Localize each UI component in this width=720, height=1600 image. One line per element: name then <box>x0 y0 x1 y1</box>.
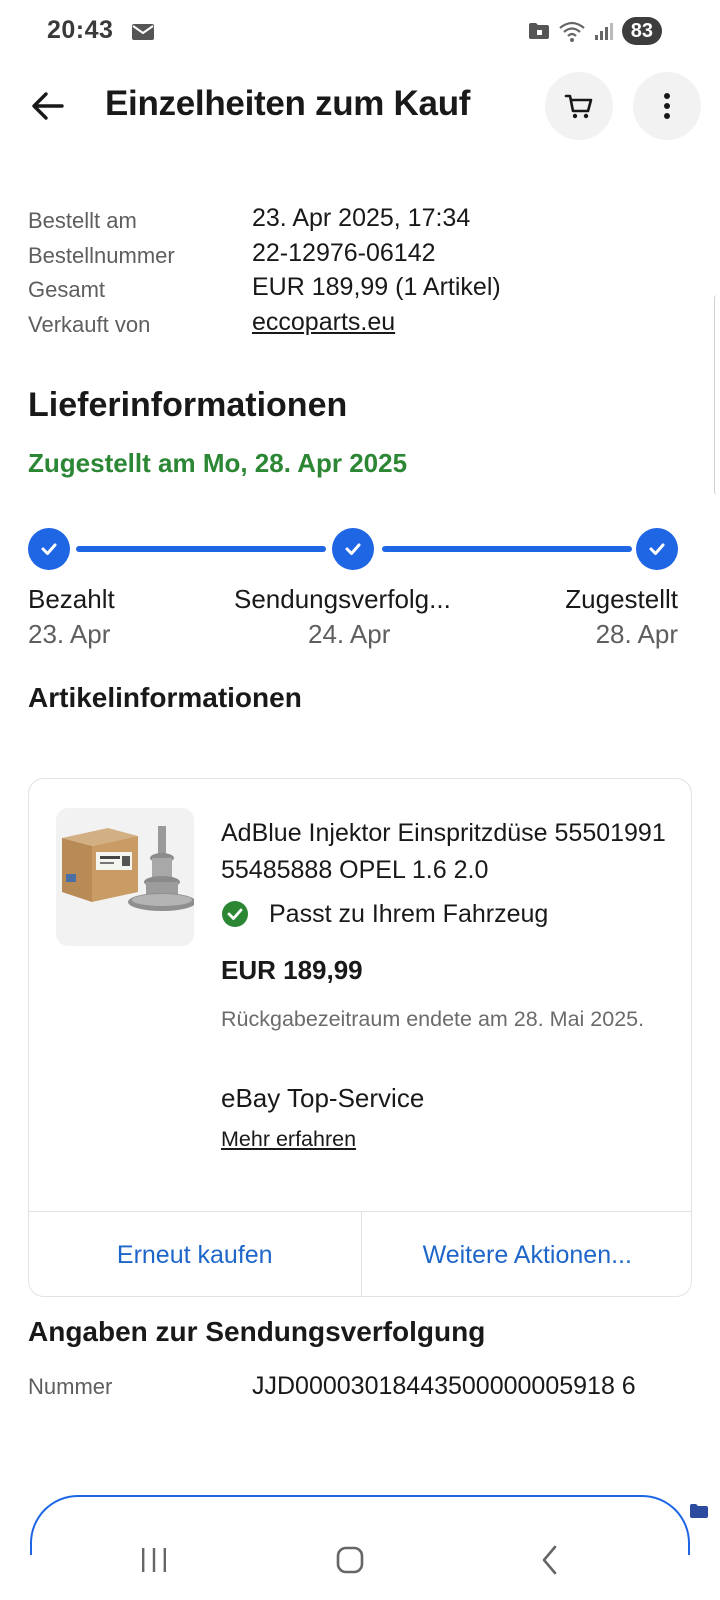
seller-row: Verkauft von eccoparts.eu <box>28 308 688 343</box>
more-actions-button[interactable]: Weitere Aktionen... <box>360 1212 692 1296</box>
fitment-text: Passt zu Ihrem Fahrzeug <box>269 899 549 928</box>
seller-link[interactable]: eccoparts.eu <box>252 308 395 337</box>
delivery-progress <box>28 528 692 572</box>
item-section-title: Artikelinformationen <box>28 682 302 713</box>
order-summary: Bestellt am 23. Apr 2025, 17:34 Bestelln… <box>28 204 688 342</box>
item-price: EUR 189,99 <box>221 955 363 985</box>
fitment-indicator: Passt zu Ihrem Fahrzeug <box>221 896 548 932</box>
signal-icon <box>594 23 613 40</box>
product-image-icon <box>62 826 194 911</box>
item-image[interactable] <box>56 808 194 946</box>
home-button[interactable] <box>320 1540 380 1580</box>
order-total-row: Gesamt EUR 189,99 (1 Artikel) <box>28 273 688 308</box>
order-date-label: Bestellt am <box>28 208 137 233</box>
step-check-tracking-icon <box>332 528 374 570</box>
step-tracking-label: Sendungsverfolg... <box>234 584 451 614</box>
step-tracking-date: 24. Apr <box>308 619 391 649</box>
check-circle-icon <box>222 901 248 927</box>
order-total-label: Gesamt <box>28 277 106 302</box>
folder-lock-icon <box>528 23 549 39</box>
top-service-label: eBay Top-Service <box>221 1083 425 1113</box>
return-info: Rückgabezeitraum endete am 28. Mai 2025. <box>221 1007 645 1031</box>
battery-indicator: 83 <box>621 17 662 45</box>
tracking-number-label: Nummer <box>28 1374 113 1399</box>
item-actions: Erneut kaufen Weitere Aktionen... <box>29 1211 692 1296</box>
buy-again-button[interactable]: Erneut kaufen <box>29 1212 361 1296</box>
step-check-paid-icon <box>28 528 70 570</box>
recents-button[interactable] <box>124 1540 184 1580</box>
order-number-value: 22-12976-06142 <box>252 238 436 267</box>
seller-label: Verkauft von <box>28 311 151 337</box>
item-title[interactable]: AdBlue Injektor Einspritzdüse 55501991 5… <box>221 815 671 889</box>
learn-more-link[interactable]: Mehr erfahren <box>221 1127 356 1152</box>
tracking-section-title: Angaben zur Sendungsverfolgung <box>28 1316 486 1347</box>
order-date-value: 23. Apr 2025, 17:34 <box>252 204 471 232</box>
status-bar: 20:43 83 <box>0 0 720 62</box>
more-options-button[interactable] <box>633 72 701 140</box>
app-header: Einzelheiten zum Kauf <box>0 66 720 146</box>
mail-icon <box>132 24 154 40</box>
tracking-number-value[interactable]: JJD00003018443500000005918 6 <box>252 1368 692 1404</box>
step-check-delivered-icon <box>636 528 678 570</box>
page-title: Einzelheiten zum Kauf <box>105 84 471 123</box>
order-total-value: EUR 189,99 (1 Artikel) <box>252 273 501 301</box>
delivery-status: Zugestellt am Mo, 28. Apr 2025 <box>28 448 408 478</box>
progress-line-1 <box>76 546 326 552</box>
delivery-section-title: Lieferinformationen <box>28 386 348 424</box>
system-nav-bar <box>0 1545 720 1600</box>
progress-line-2 <box>382 546 632 552</box>
arrow-left-icon <box>32 92 64 120</box>
status-time: 20:43 <box>47 16 114 44</box>
step-paid-label: Bezahlt <box>28 584 115 614</box>
cart-button[interactable] <box>545 72 613 140</box>
order-number-row: Bestellnummer 22-12976-06142 <box>28 239 688 274</box>
back-nav-button[interactable] <box>520 1540 580 1580</box>
order-date-row: Bestellt am 23. Apr 2025, 17:34 <box>28 204 688 239</box>
scroll-indicator <box>714 295 717 495</box>
item-card: AdBlue Injektor Einspritzdüse 55501991 5… <box>28 778 692 1297</box>
step-delivered-label: Zugestellt <box>565 584 678 614</box>
recents-icon <box>142 1548 166 1572</box>
more-vertical-icon <box>664 93 670 119</box>
back-button[interactable] <box>28 86 68 126</box>
step-delivered-date: 28. Apr <box>595 619 678 649</box>
home-icon <box>336 1546 364 1574</box>
folder-icon <box>690 1504 708 1518</box>
cart-icon <box>564 94 593 119</box>
order-number-label: Bestellnummer <box>28 242 175 268</box>
step-paid-date: 23. Apr <box>28 619 111 649</box>
chevron-left-icon <box>542 1545 557 1575</box>
wifi-icon <box>559 21 585 42</box>
